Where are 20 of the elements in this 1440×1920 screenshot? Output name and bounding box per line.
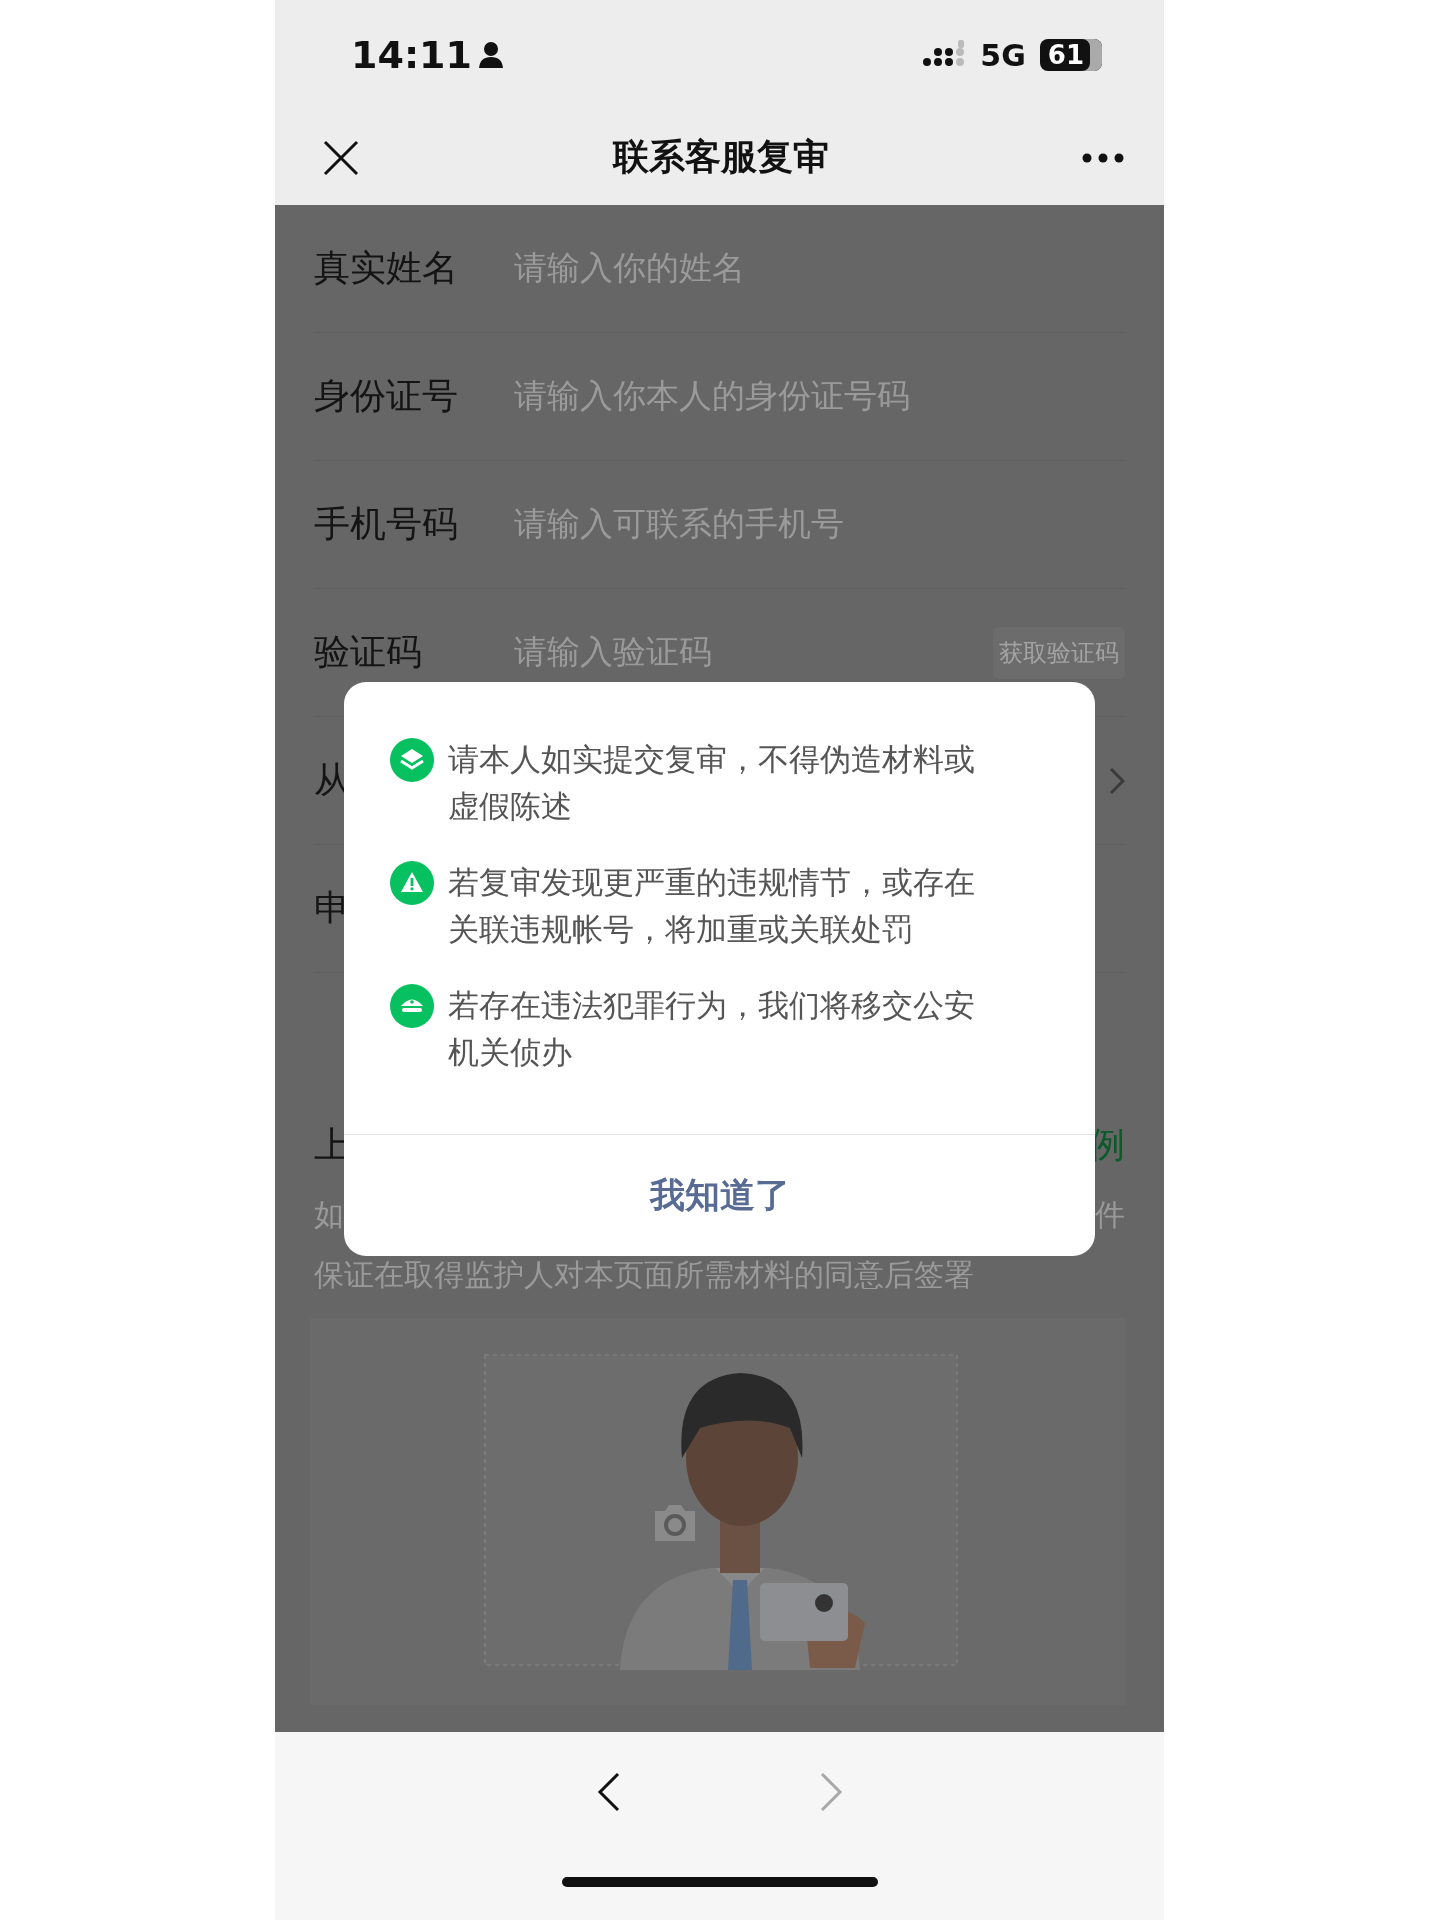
person-icon — [477, 41, 504, 69]
field-label: 身份证号 — [314, 374, 458, 418]
more-icon[interactable] — [1082, 152, 1124, 163]
field-label: 真实姓名 — [314, 246, 458, 290]
notice-text: 请本人如实提交复审，不得伪造材料或虚假陈述 — [448, 740, 976, 826]
chevron-right-icon[interactable] — [1109, 766, 1125, 795]
field-label: 手机号码 — [314, 502, 458, 546]
get-code-button[interactable]: 获取验证码 — [993, 626, 1125, 679]
field-label: 申 — [314, 886, 350, 930]
page-title: 联系客服复审 — [612, 135, 829, 179]
warning-icon — [390, 861, 434, 905]
layers-icon — [390, 738, 434, 782]
network-type: 5G — [980, 37, 1026, 73]
battery-level: 61 — [1039, 39, 1102, 71]
notice-text: 若复审发现更严重的违规情节，或存在关联违规帐号，将加重或关联处罚 — [448, 863, 976, 949]
field-label: 验证码 — [314, 630, 422, 674]
notice-text: 若存在违法犯罪行为，我们将移交公安机关侦办 — [448, 986, 976, 1072]
status-time: 14:11 — [351, 33, 472, 77]
close-icon[interactable] — [323, 139, 359, 176]
confirm-button[interactable]: 我知道了 — [344, 1135, 1095, 1256]
